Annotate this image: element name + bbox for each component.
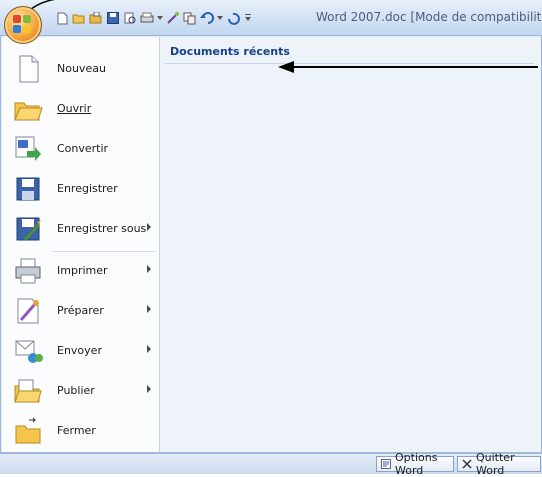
new-document-icon[interactable]: [55, 11, 69, 25]
quit-word-label: Quitter Word: [476, 451, 515, 477]
publish-icon: [13, 376, 43, 406]
close-folder-icon: [13, 416, 43, 446]
menu-item-envoyer[interactable]: Envoyer: [2, 331, 159, 371]
print-icon[interactable]: [140, 11, 154, 25]
save-as-icon: [13, 214, 43, 244]
open-folder-icon[interactable]: [72, 11, 86, 25]
submenu-arrow-icon: [147, 305, 151, 313]
menu-item-label: Nouveau: [57, 62, 106, 75]
menu-item-enregistrer[interactable]: Enregistrer: [2, 169, 159, 209]
quick-access-toolbar: [55, 9, 253, 27]
new-document-icon: [13, 54, 43, 84]
menu-item-enregistrer-sous[interactable]: Enregistrer sous: [2, 209, 159, 249]
window-title: Word 2007.doc [Mode de compatibilité]: [316, 10, 542, 24]
recent-documents-title: Documents récents: [170, 45, 290, 58]
word-options-label: Options Word: [395, 451, 438, 477]
office-menu-commands: Nouveau Ouvrir Convertir Enregistrer Enr…: [2, 37, 160, 452]
convert-icon: [13, 134, 43, 164]
print-icon: [13, 256, 43, 286]
word-options-button[interactable]: Options Word: [376, 451, 454, 477]
menu-item-fermer[interactable]: Fermer: [2, 411, 159, 451]
menu-item-label: Fermer: [57, 424, 96, 437]
menu-item-label: Préparer: [57, 304, 104, 317]
submenu-arrow-icon: [147, 385, 151, 393]
menu-item-label: Publier: [57, 384, 95, 397]
close-icon: [462, 459, 472, 469]
options-icon: [381, 459, 391, 469]
save-icon: [13, 174, 43, 204]
menu-item-ouvrir[interactable]: Ouvrir: [2, 89, 159, 129]
menu-item-label: Ouvrir: [57, 102, 92, 115]
open-folder-icon: [13, 94, 43, 124]
prepare-icon: [13, 296, 43, 326]
dropdown-arrow-icon[interactable]: [217, 11, 223, 25]
menu-item-label: Envoyer: [57, 344, 102, 357]
print-preview-icon[interactable]: [123, 11, 137, 25]
menu-item-label: Convertir: [57, 142, 109, 155]
menu-item-imprimer[interactable]: Imprimer: [2, 251, 159, 291]
undo-icon[interactable]: [200, 11, 214, 25]
menu-item-label: Enregistrer: [57, 182, 118, 195]
menu-item-label: Enregistrer sous: [57, 222, 147, 235]
open-icon[interactable]: [89, 11, 103, 25]
save-icon[interactable]: [106, 11, 120, 25]
title-bar: Word 2007.doc [Mode de compatibilité]: [0, 0, 542, 36]
submenu-arrow-icon: [147, 223, 151, 231]
recent-documents-panel: Documents récents: [160, 37, 541, 452]
format-painter-icon[interactable]: [166, 11, 180, 25]
send-icon: [13, 336, 43, 366]
submenu-arrow-icon: [147, 265, 151, 273]
menu-item-publier[interactable]: Publier: [2, 371, 159, 411]
office-button[interactable]: [4, 6, 42, 44]
redo-icon[interactable]: [226, 11, 240, 25]
menu-item-convertir[interactable]: Convertir: [2, 129, 159, 169]
menu-item-preparer[interactable]: Préparer: [2, 291, 159, 331]
quit-word-button[interactable]: Quitter Word: [457, 451, 541, 477]
dropdown-arrow-icon[interactable]: [157, 11, 163, 25]
menu-item-nouveau[interactable]: Nouveau: [2, 49, 159, 89]
menu-item-label: Imprimer: [57, 264, 108, 277]
customize-toolbar-icon[interactable]: [243, 11, 253, 25]
submenu-arrow-icon: [147, 345, 151, 353]
office-menu: Nouveau Ouvrir Convertir Enregistrer Enr…: [0, 35, 542, 453]
office-menu-footer: Options Word Quitter Word: [0, 451, 542, 477]
annotation-arrow-icon: [278, 61, 538, 73]
copy-icon[interactable]: [183, 11, 197, 25]
